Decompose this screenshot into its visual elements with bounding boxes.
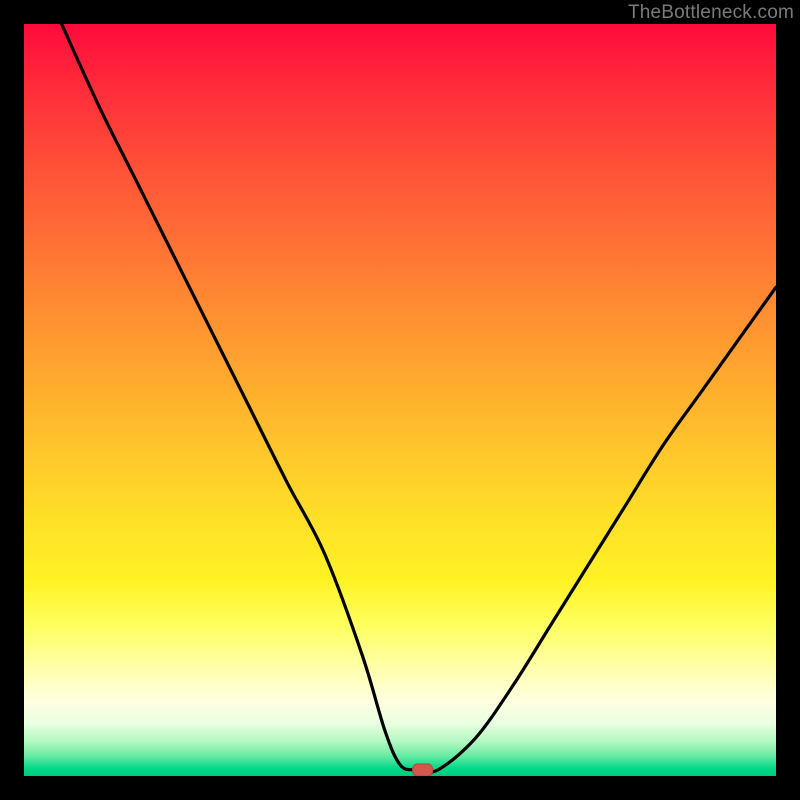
curve-path: [62, 24, 776, 773]
optimum-marker: [413, 764, 433, 776]
watermark-text: TheBottleneck.com: [628, 2, 794, 24]
bottleneck-curve: [24, 24, 776, 776]
chart-frame: TheBottleneck.com: [0, 0, 800, 800]
plot-area: [24, 24, 776, 776]
